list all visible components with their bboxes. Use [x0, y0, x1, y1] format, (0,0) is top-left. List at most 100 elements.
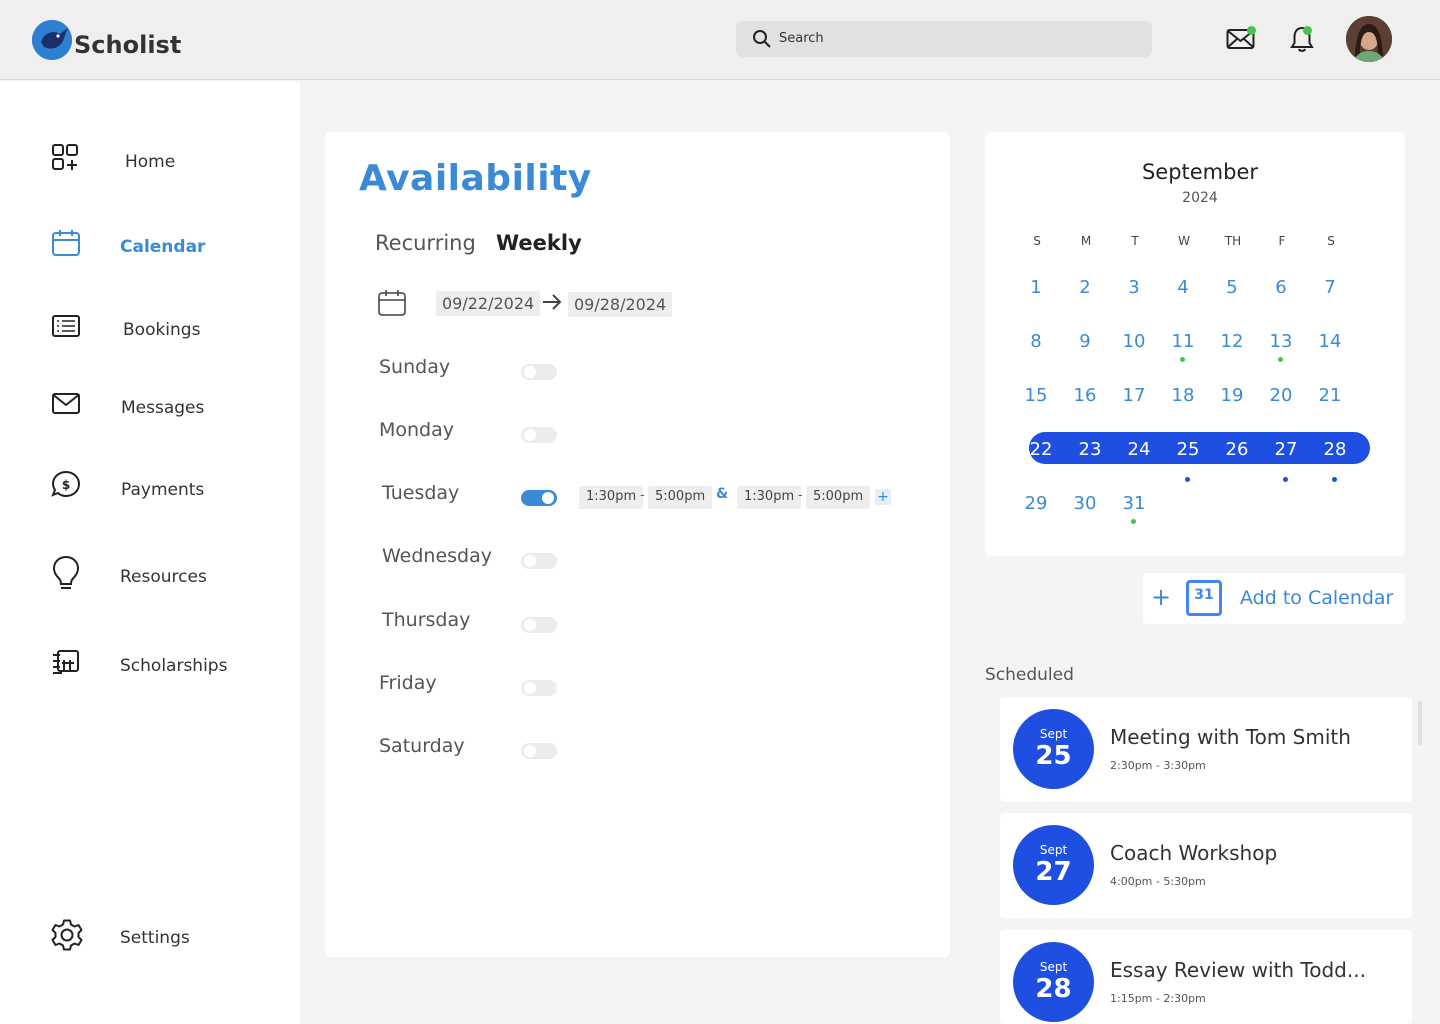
- notification-dot: [1303, 26, 1312, 35]
- sidebar-item-scholarships[interactable]: Scholarships: [50, 646, 280, 686]
- calendar-day[interactable]: 27: [1266, 439, 1306, 460]
- date-from-field[interactable]: 09/22/2024: [436, 291, 541, 316]
- day-row-friday: Friday: [379, 672, 939, 702]
- sidebar-item-calendar[interactable]: Calendar: [50, 227, 280, 267]
- calendar-day[interactable]: 28: [1315, 439, 1355, 460]
- sunday-toggle[interactable]: [521, 364, 557, 380]
- sidebar-item-resources[interactable]: Resources: [50, 555, 280, 595]
- calendar-day[interactable]: 19: [1212, 385, 1252, 406]
- calendar-day[interactable]: 3: [1114, 277, 1154, 298]
- calendar-day[interactable]: 15: [1016, 385, 1056, 406]
- calendar-day[interactable]: 12: [1212, 331, 1252, 352]
- day-row-tuesday: Tuesday 1:30pm - 5:00pm & 1:30pm - 5:00p…: [382, 482, 942, 512]
- event-indicator-dot: [1332, 477, 1337, 482]
- bird-logo-icon: [32, 20, 72, 60]
- app-logo[interactable]: Scholist: [32, 18, 212, 62]
- time-end-field[interactable]: 5:00pm: [648, 486, 713, 509]
- event-date-badge: Sept 25: [1013, 709, 1094, 789]
- tab-recurring[interactable]: Recurring: [375, 231, 476, 255]
- scheduled-event[interactable]: Sept 25 Meeting with Tom Smith 2:30pm - …: [1000, 697, 1412, 802]
- sidebar-item-payments[interactable]: $ Payments: [50, 469, 280, 509]
- add-to-calendar-button[interactable]: + 31 Add to Calendar: [1143, 573, 1405, 624]
- saturday-toggle[interactable]: [521, 743, 557, 759]
- tuesday-toggle[interactable]: [521, 490, 557, 506]
- scheduled-event[interactable]: Sept 28 Essay Review with Todd... 1:15pm…: [1000, 930, 1412, 1024]
- mail-notification-dot: [1247, 26, 1256, 35]
- weekday-header: TH: [1224, 234, 1242, 248]
- calendar-day[interactable]: 31: [1114, 493, 1154, 514]
- calendar-day[interactable]: 1: [1016, 277, 1056, 298]
- weekday-header: S: [1327, 234, 1335, 248]
- monday-toggle[interactable]: [521, 427, 557, 443]
- calendar-day[interactable]: 8: [1016, 331, 1056, 352]
- calendar-day[interactable]: 21: [1310, 385, 1350, 406]
- calendar-day[interactable]: 30: [1065, 493, 1105, 514]
- time-start-field[interactable]: 1:30pm: [737, 486, 802, 509]
- event-indicator-dot: [1278, 357, 1283, 362]
- calendar-day[interactable]: 10: [1114, 331, 1154, 352]
- calendar-day[interactable]: 17: [1114, 385, 1154, 406]
- sidebar-item-settings[interactable]: Settings: [50, 918, 280, 958]
- ampersand: &: [716, 486, 729, 502]
- calendar-day[interactable]: 25: [1168, 439, 1208, 460]
- search-icon: [753, 30, 771, 48]
- calendar-day[interactable]: 29: [1016, 493, 1056, 514]
- calendar-day[interactable]: 7: [1310, 277, 1350, 298]
- grid-plus-icon: [52, 144, 78, 170]
- list-icon: [52, 315, 80, 337]
- day-label: Tuesday: [382, 482, 460, 504]
- lightbulb-icon: [52, 555, 80, 589]
- calendar-day[interactable]: 9: [1065, 331, 1105, 352]
- weekday-header: M: [1080, 234, 1092, 248]
- scholarship-icon: [53, 650, 79, 674]
- calendar-day[interactable]: 13: [1261, 331, 1301, 352]
- calendar-day[interactable]: 5: [1212, 277, 1252, 298]
- plus-icon: +: [1151, 583, 1172, 611]
- wednesday-toggle[interactable]: [521, 553, 557, 569]
- weekday-header: S: [1033, 234, 1041, 248]
- calendar-day[interactable]: 18: [1163, 385, 1203, 406]
- calendar-day[interactable]: 16: [1065, 385, 1105, 406]
- user-avatar[interactable]: [1346, 16, 1392, 62]
- event-month: Sept: [1039, 960, 1068, 974]
- top-header: Scholist Search: [0, 0, 1440, 80]
- search-input[interactable]: Search: [736, 21, 1152, 57]
- day-label: Saturday: [379, 735, 465, 757]
- sidebar-item-home[interactable]: Home: [50, 142, 280, 182]
- time-start-field[interactable]: 1:30pm: [579, 486, 644, 509]
- month-calendar: September 2024 S M T W TH F S 1 2 3 4 5 6 7 8 9 10 11 12 13…: [985, 132, 1405, 556]
- availability-panel: Availability Recurring Weekly 09/22/2024…: [325, 132, 950, 957]
- calendar-day[interactable]: 22: [1021, 439, 1061, 460]
- event-indicator-dot: [1180, 357, 1185, 362]
- date-to-field[interactable]: 09/28/2024: [568, 292, 673, 317]
- calendar-day[interactable]: 2: [1065, 277, 1105, 298]
- sidebar-item-label: Messages: [121, 398, 205, 418]
- calendar-day[interactable]: 6: [1261, 277, 1301, 298]
- calendar-day[interactable]: 20: [1261, 385, 1301, 406]
- calendar-day[interactable]: 23: [1070, 439, 1110, 460]
- calendar-day[interactable]: 4: [1163, 277, 1203, 298]
- event-indicator-dot: [1283, 477, 1288, 482]
- scheduled-heading: Scheduled: [985, 665, 1074, 685]
- calendar-year: 2024: [1182, 190, 1218, 206]
- sidebar-item-messages[interactable]: Messages: [50, 388, 280, 428]
- sidebar-item-bookings[interactable]: Bookings: [50, 310, 280, 350]
- event-title: Coach Workshop: [1110, 841, 1278, 865]
- thursday-toggle[interactable]: [521, 617, 557, 633]
- calendar-day[interactable]: 26: [1217, 439, 1257, 460]
- tab-weekly[interactable]: Weekly: [496, 231, 582, 255]
- scheduled-event[interactable]: Sept 27 Coach Workshop 4:00pm - 5:30pm: [1000, 813, 1412, 918]
- weekday-header: W: [1178, 234, 1190, 248]
- calendar-day[interactable]: 11: [1163, 331, 1203, 352]
- friday-toggle[interactable]: [521, 680, 557, 696]
- calendar-day[interactable]: 24: [1119, 439, 1159, 460]
- time-end-field[interactable]: 5:00pm: [806, 486, 871, 509]
- calendar-icon[interactable]: [377, 289, 407, 317]
- scheduled-scrollbar[interactable]: [1418, 701, 1422, 745]
- calendar-day[interactable]: 14: [1310, 331, 1350, 352]
- sidebar-item-label: Settings: [120, 928, 190, 948]
- weekday-header: F: [1278, 234, 1286, 248]
- envelope-icon: [52, 393, 80, 414]
- add-time-slot-button[interactable]: +: [875, 489, 891, 505]
- event-indicator-dot: [1185, 477, 1190, 482]
